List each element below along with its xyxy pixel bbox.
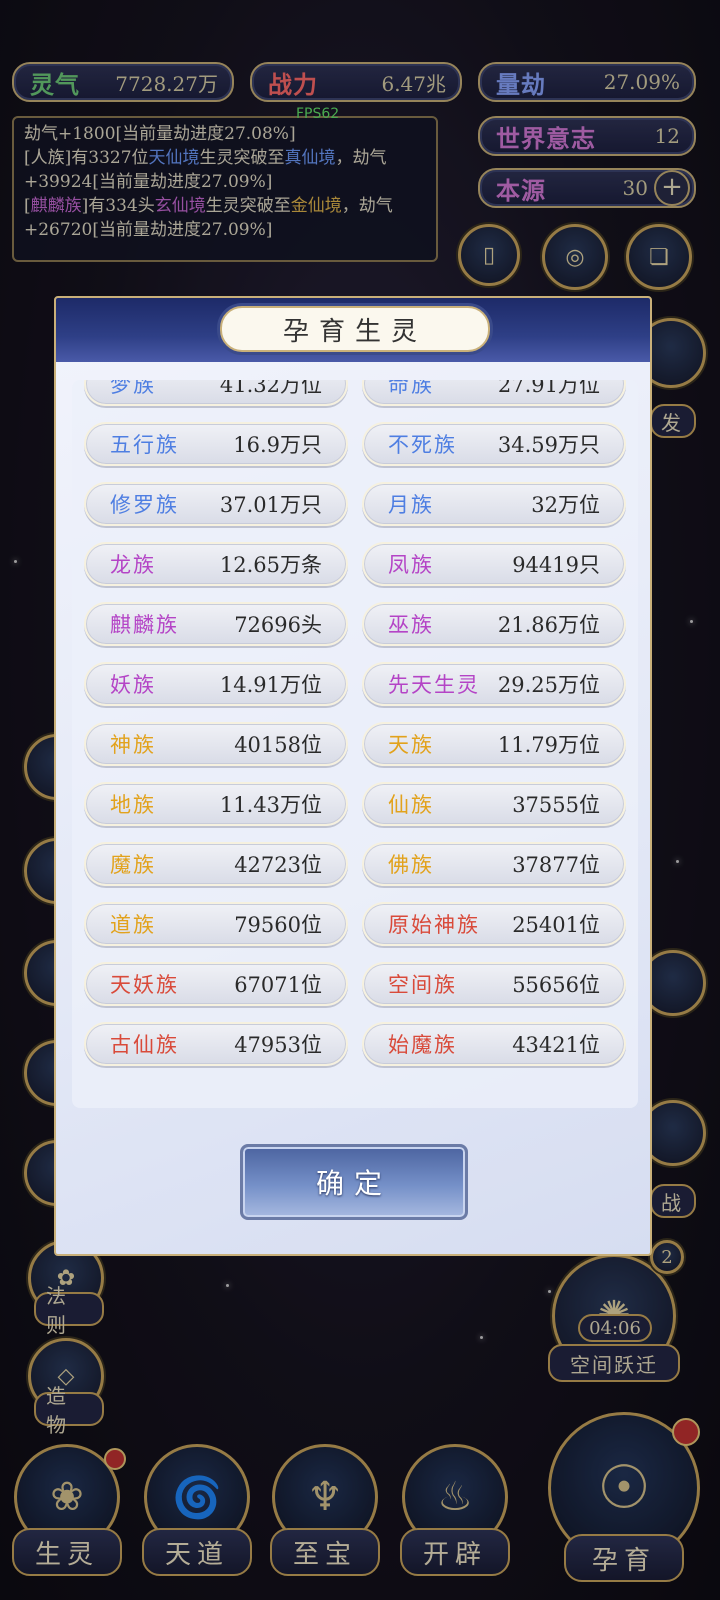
race-item: 修罗族 37.01万只 xyxy=(84,482,348,526)
race-count: 37555位 xyxy=(512,793,600,817)
race-name: 凤族 xyxy=(388,553,434,577)
race-name: 原始神族 xyxy=(388,913,480,937)
race-name: 修罗族 xyxy=(110,493,179,517)
race-count: 47953位 xyxy=(234,1033,322,1057)
confirm-button[interactable]: 确定 xyxy=(240,1144,468,1220)
race-count: 12.65万条 xyxy=(219,553,322,577)
race-item: 麒麟族 72696头 xyxy=(84,602,348,646)
race-name: 始魔族 xyxy=(388,1033,457,1057)
race-item: 梦族 41.32万位 xyxy=(84,380,348,406)
race-name: 梦族 xyxy=(110,380,156,397)
race-list[interactable]: 梦族 41.32万位 命族 27.91万位五行族 16.9万只 不死族 34.59万只修罗族… xyxy=(72,380,638,1108)
race-name: 不死族 xyxy=(388,433,457,457)
race-item: 妖族 14.91万位 xyxy=(84,662,348,706)
race-item: 神族 40158位 xyxy=(84,722,348,766)
race-count: 41.32万位 xyxy=(219,380,322,397)
race-name: 道族 xyxy=(110,913,156,937)
race-count: 37.01万只 xyxy=(219,493,322,517)
race-name: 天妖族 xyxy=(110,973,179,997)
race-item: 不死族 34.59万只 xyxy=(362,422,626,466)
race-count: 42723位 xyxy=(234,853,322,877)
race-name: 空间族 xyxy=(388,973,457,997)
race-item: 五行族 16.9万只 xyxy=(84,422,348,466)
race-count: 55656位 xyxy=(512,973,600,997)
race-name: 魔族 xyxy=(110,853,156,877)
race-item: 巫族 21.86万位 xyxy=(362,602,626,646)
race-item: 命族 27.91万位 xyxy=(362,380,626,406)
race-count: 72696头 xyxy=(234,613,322,637)
race-count: 16.9万只 xyxy=(233,433,322,457)
race-name: 佛族 xyxy=(388,853,434,877)
race-item: 龙族 12.65万条 xyxy=(84,542,348,586)
race-count: 37877位 xyxy=(512,853,600,877)
race-name: 地族 xyxy=(110,793,156,817)
race-name: 龙族 xyxy=(110,553,156,577)
race-item: 天妖族 67071位 xyxy=(84,962,348,1006)
race-count: 21.86万位 xyxy=(497,613,600,637)
race-count: 14.91万位 xyxy=(219,673,322,697)
race-count: 11.79万位 xyxy=(497,733,600,757)
race-item: 原始神族 25401位 xyxy=(362,902,626,946)
race-count: 32万位 xyxy=(531,493,600,517)
race-item: 仙族 37555位 xyxy=(362,782,626,826)
race-count: 11.43万位 xyxy=(219,793,322,817)
race-item: 魔族 42723位 xyxy=(84,842,348,886)
race-name: 仙族 xyxy=(388,793,434,817)
race-item: 地族 11.43万位 xyxy=(84,782,348,826)
race-item: 月族 32万位 xyxy=(362,482,626,526)
race-item: 古仙族 47953位 xyxy=(84,1022,348,1066)
race-name: 神族 xyxy=(110,733,156,757)
race-count: 94419只 xyxy=(512,553,600,577)
race-name: 古仙族 xyxy=(110,1033,179,1057)
race-item: 先天生灵 29.25万位 xyxy=(362,662,626,706)
race-count: 34.59万只 xyxy=(497,433,600,457)
race-count: 79560位 xyxy=(234,913,322,937)
race-item: 凤族 94419只 xyxy=(362,542,626,586)
race-item: 佛族 37877位 xyxy=(362,842,626,886)
race-item: 始魔族 43421位 xyxy=(362,1022,626,1066)
race-count: 25401位 xyxy=(512,913,600,937)
race-item: 道族 79560位 xyxy=(84,902,348,946)
race-name: 天族 xyxy=(388,733,434,757)
dialog-title: 孕育生灵 xyxy=(220,306,490,352)
race-item: 空间族 55656位 xyxy=(362,962,626,1006)
race-count: 29.25万位 xyxy=(497,673,600,697)
race-name: 妖族 xyxy=(110,673,156,697)
race-count: 40158位 xyxy=(234,733,322,757)
race-grid: 梦族 41.32万位 命族 27.91万位五行族 16.9万只 不死族 34.59万只修罗族… xyxy=(84,380,626,1066)
race-name: 命族 xyxy=(388,380,434,397)
race-count: 43421位 xyxy=(512,1033,600,1057)
race-count: 67071位 xyxy=(234,973,322,997)
race-name: 月族 xyxy=(388,493,434,517)
race-item: 天族 11.79万位 xyxy=(362,722,626,766)
race-name: 五行族 xyxy=(110,433,179,457)
breed-creatures-dialog: 孕育生灵 梦族 41.32万位 命族 27.91万位五行族 16.9万只 不死族 34.59… xyxy=(54,296,652,1256)
race-name: 麒麟族 xyxy=(110,613,179,637)
race-name: 先天生灵 xyxy=(388,673,480,697)
race-name: 巫族 xyxy=(388,613,434,637)
race-count: 27.91万位 xyxy=(497,380,600,397)
